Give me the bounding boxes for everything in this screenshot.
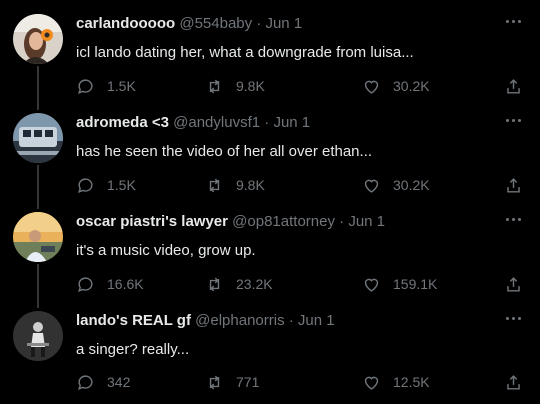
reply-count: 342 (107, 374, 131, 390)
tweet-header: lando's REAL gf @elphanorris · Jun 1 (76, 312, 335, 329)
tweet-header: carlandooooo @554baby · Jun 1 (76, 15, 303, 32)
user-handle[interactable]: @elphanorris (195, 312, 284, 329)
tweet-date[interactable]: Jun 1 (348, 213, 385, 230)
retweet-button[interactable]: 9.8K (205, 173, 265, 197)
heart-icon (364, 278, 379, 292)
reply-icon (78, 177, 93, 193)
avatar[interactable] (13, 311, 63, 361)
more-options-icon[interactable] (506, 214, 524, 224)
tweet-actions: 16.6K 23.2K 159.1K (76, 272, 524, 296)
share-button[interactable] (504, 173, 523, 197)
display-name[interactable]: lando's REAL gf (76, 312, 191, 329)
share-icon (507, 374, 520, 390)
tweet-actions: 1.5K 9.8K 30.2K (76, 74, 524, 98)
tweet-date[interactable]: Jun 1 (265, 15, 302, 32)
retweet-count: 9.8K (236, 78, 265, 94)
share-icon (507, 276, 520, 292)
heart-icon (364, 80, 379, 94)
tweet-actions: 1.5K 9.8K 30.2K (76, 173, 524, 197)
tweet[interactable]: lando's REAL gf @elphanorris · Jun 1 a s… (0, 311, 540, 401)
reply-button[interactable]: 342 (76, 370, 130, 394)
reply-icon (78, 276, 93, 292)
more-options-icon[interactable] (506, 313, 524, 323)
share-button[interactable] (504, 272, 523, 296)
like-button[interactable]: 12.5K (362, 370, 430, 394)
retweet-icon (209, 375, 220, 389)
retweet-icon (209, 277, 220, 291)
avatar[interactable] (13, 14, 63, 64)
retweet-icon (209, 79, 220, 93)
reply-button[interactable]: 16.6K (76, 272, 144, 296)
retweet-count: 9.8K (236, 177, 265, 193)
tweet-actions: 342 771 12.5K (76, 370, 524, 394)
avatar[interactable] (13, 212, 63, 262)
user-handle[interactable]: @op81attorney (232, 213, 335, 230)
tweet-text: a singer? really... (76, 341, 190, 358)
tweet[interactable]: adromeda <3 @andyluvsf1 · Jun 1 has he s… (0, 113, 540, 203)
tweet-date[interactable]: Jun 1 (273, 114, 310, 131)
like-button[interactable]: 159.1K (362, 272, 437, 296)
heart-icon (364, 179, 379, 193)
reply-button[interactable]: 1.5K (76, 74, 136, 98)
retweet-button[interactable]: 771 (205, 370, 259, 394)
like-count: 30.2K (393, 78, 430, 94)
heart-icon (364, 376, 379, 390)
more-options-icon[interactable] (506, 115, 524, 125)
like-button[interactable]: 30.2K (362, 173, 430, 197)
display-name[interactable]: adromeda <3 (76, 114, 169, 131)
tweet-text: icl lando dating her, what a downgrade f… (76, 44, 414, 61)
share-icon (507, 78, 520, 94)
avatar[interactable] (13, 113, 63, 163)
tweet[interactable]: carlandooooo @554baby · Jun 1 icl lando … (0, 14, 540, 104)
retweet-count: 23.2K (236, 276, 273, 292)
reply-icon (78, 78, 93, 94)
reply-button[interactable]: 1.5K (76, 173, 136, 197)
more-options-icon[interactable] (506, 16, 524, 26)
user-handle[interactable]: @andyluvsf1 (173, 114, 260, 131)
tweet-header: oscar piastri's lawyer @op81attorney · J… (76, 213, 386, 230)
reply-count: 1.5K (107, 78, 136, 94)
like-count: 30.2K (393, 177, 430, 193)
reply-icon (78, 374, 93, 390)
retweet-icon (209, 178, 220, 192)
tweet-header: adromeda <3 @andyluvsf1 · Jun 1 (76, 114, 311, 131)
tweet-text: has he seen the video of her all over et… (76, 143, 373, 160)
share-button[interactable] (504, 370, 523, 394)
user-handle[interactable]: @554baby (179, 15, 252, 32)
like-count: 159.1K (393, 276, 438, 292)
reply-count: 16.6K (107, 276, 144, 292)
share-button[interactable] (504, 74, 523, 98)
tweet[interactable]: oscar piastri's lawyer @op81attorney · J… (0, 212, 540, 302)
display-name[interactable]: oscar piastri's lawyer (76, 213, 228, 230)
retweet-button[interactable]: 23.2K (205, 272, 273, 296)
retweet-button[interactable]: 9.8K (205, 74, 265, 98)
display-name[interactable]: carlandooooo (76, 15, 175, 32)
tweet-date[interactable]: Jun 1 (298, 312, 335, 329)
tweet-text: it's a music video, grow up. (76, 242, 256, 259)
like-count: 12.5K (393, 374, 430, 390)
like-button[interactable]: 30.2K (362, 74, 430, 98)
reply-count: 1.5K (107, 177, 136, 193)
share-icon (507, 177, 520, 193)
retweet-count: 771 (236, 374, 260, 390)
